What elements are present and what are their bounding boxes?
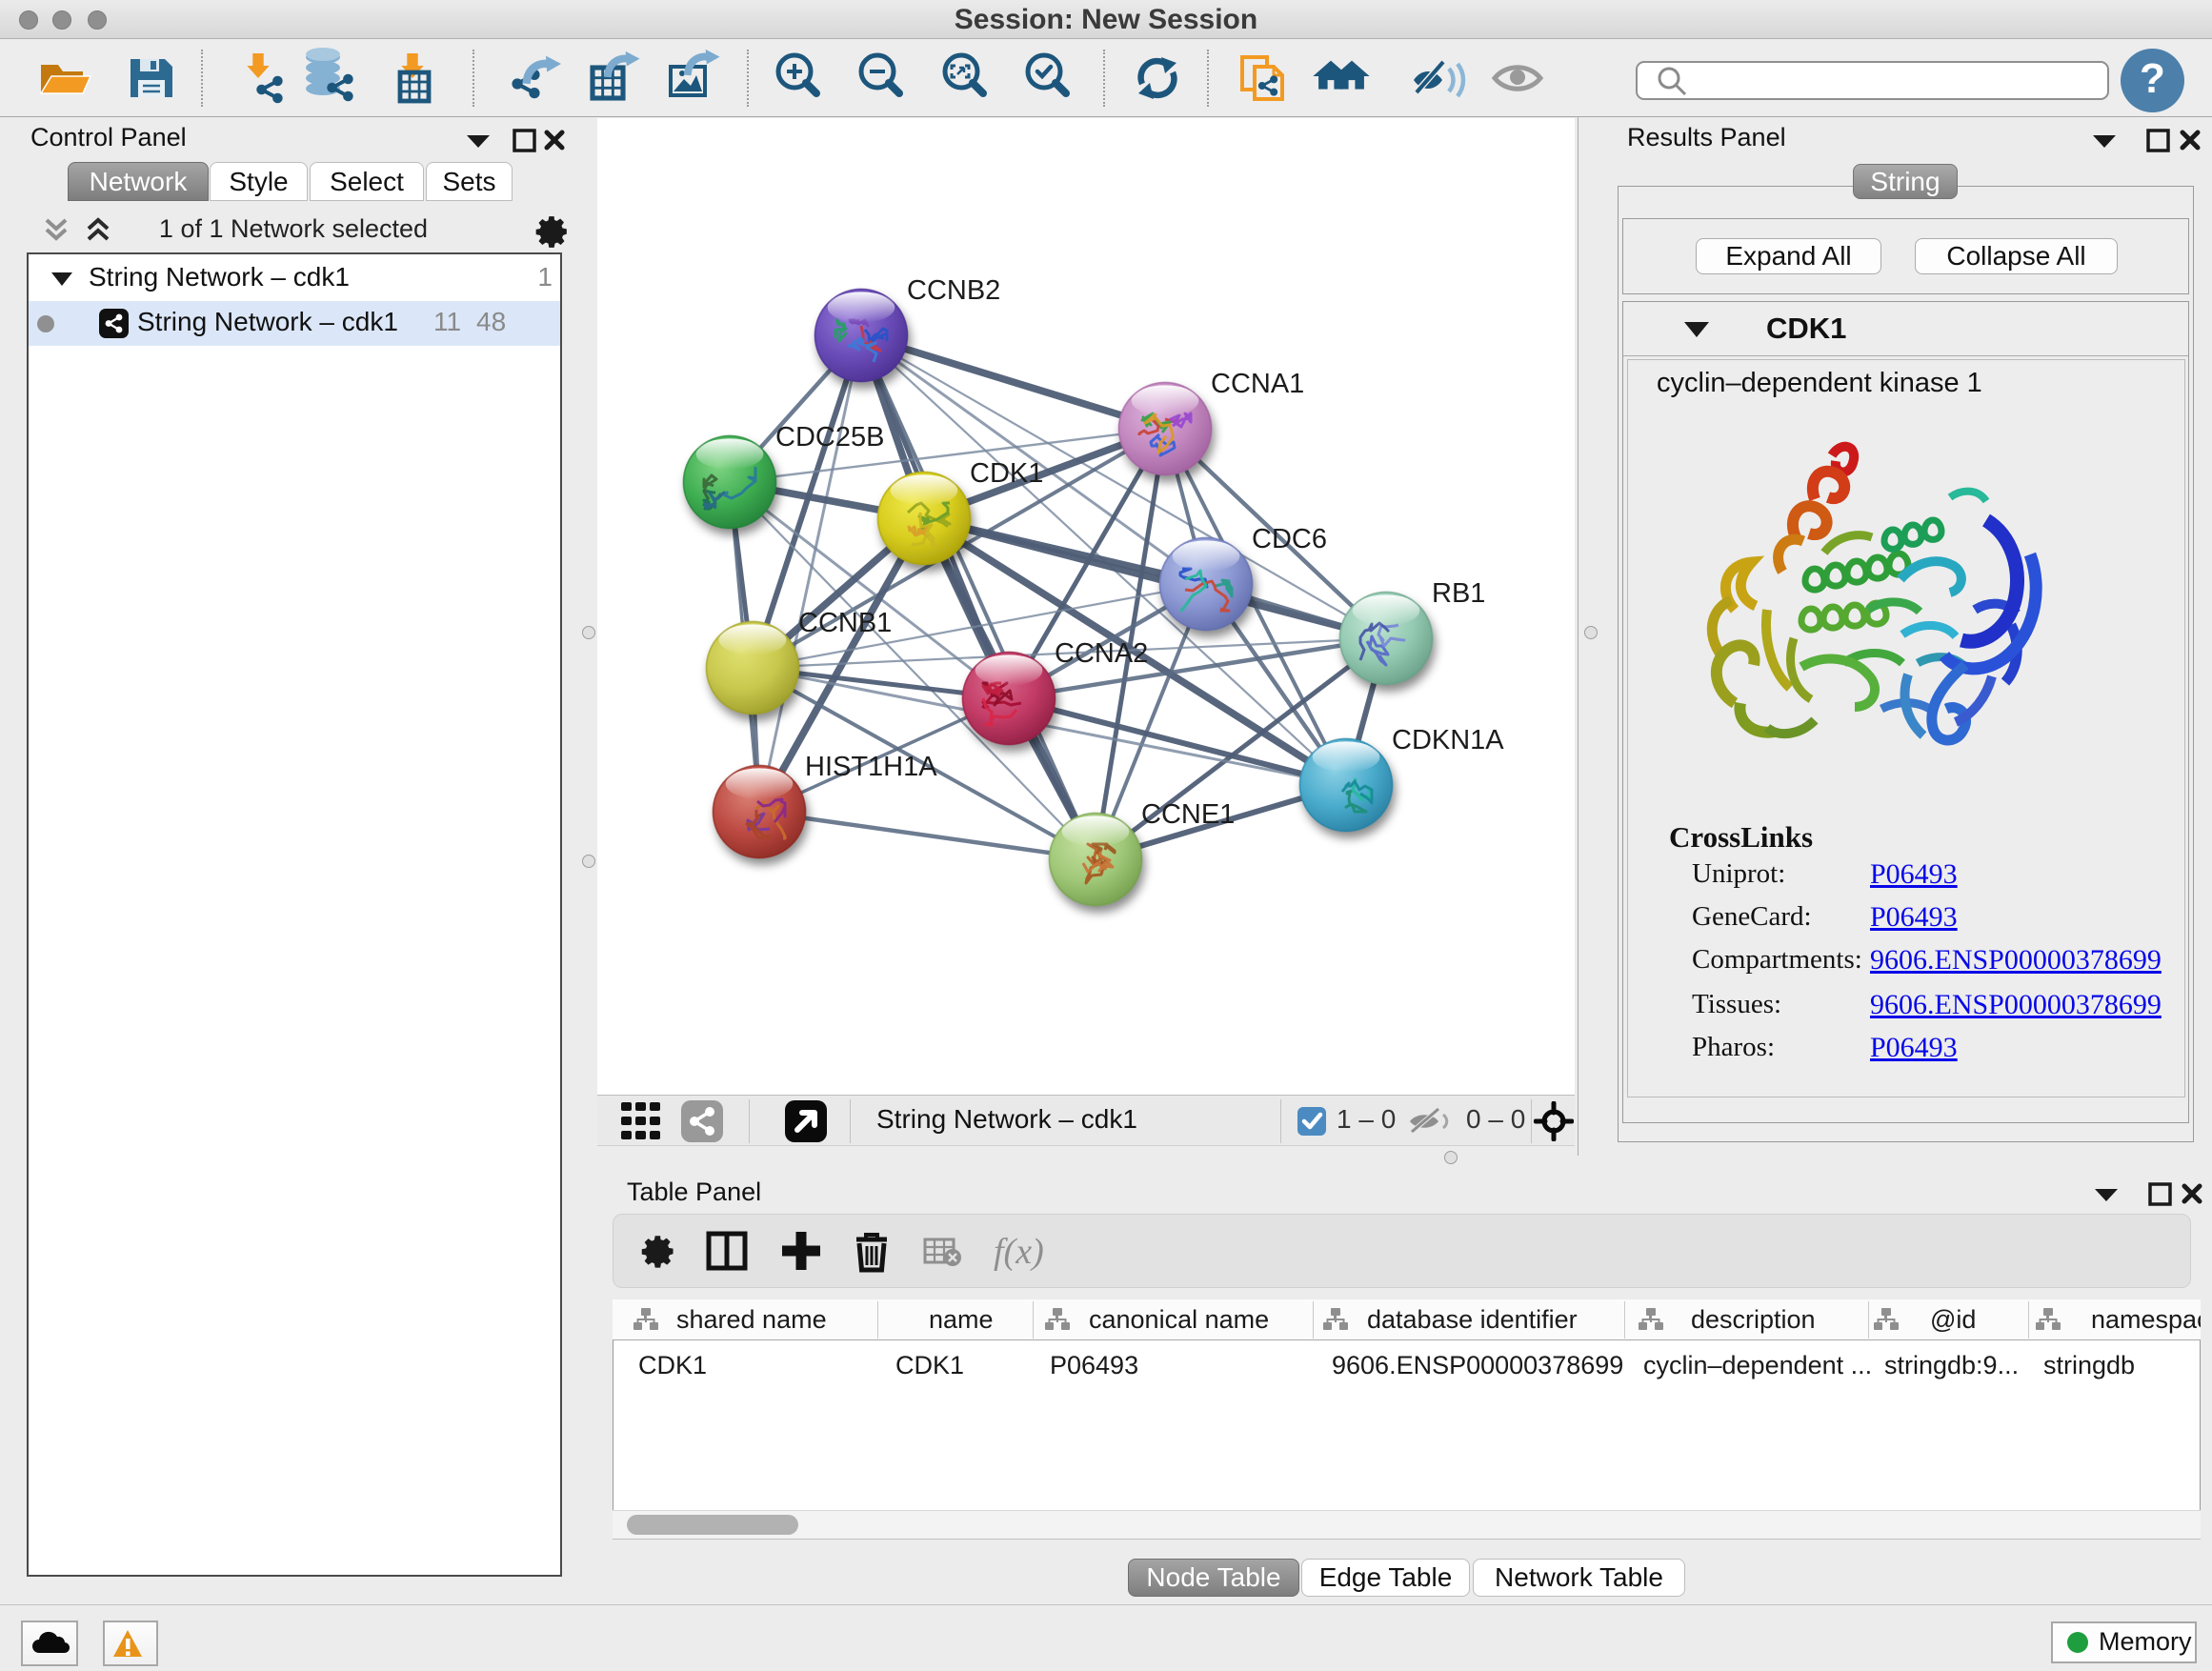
svg-text:CCNA2: CCNA2 — [1055, 638, 1148, 669]
svg-text:CDKN1A: CDKN1A — [1392, 725, 1504, 755]
svg-text:CDC25B: CDC25B — [775, 422, 884, 453]
svg-text:HIST1H1A: HIST1H1A — [805, 752, 937, 782]
svg-text:RB1: RB1 — [1432, 578, 1485, 609]
svg-text:CDC6: CDC6 — [1252, 524, 1327, 554]
svg-text:CCNB2: CCNB2 — [907, 275, 1000, 306]
svg-text:CDK1: CDK1 — [970, 458, 1043, 489]
svg-text:CCNE1: CCNE1 — [1141, 799, 1235, 830]
svg-text:CCNA1: CCNA1 — [1211, 369, 1304, 399]
svg-text:f(x): f(x) — [994, 1232, 1044, 1272]
svg-text:CCNB1: CCNB1 — [798, 608, 892, 638]
